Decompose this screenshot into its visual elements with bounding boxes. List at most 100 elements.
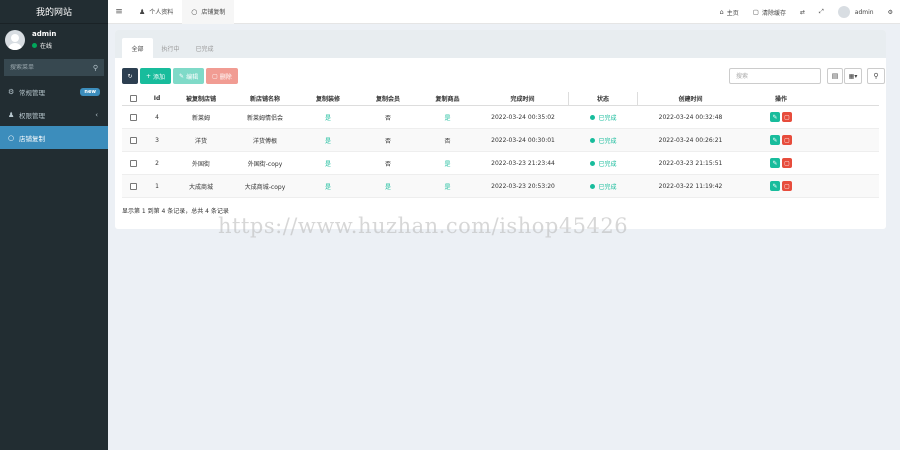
header-user-name: admin xyxy=(854,8,874,16)
refresh-button[interactable]: ↻ xyxy=(122,68,138,84)
user-status-label: 在线 xyxy=(40,43,53,50)
columns-icon: ▦▾ xyxy=(848,72,858,80)
table-row: 3 洋货 洋货傅根 是 否 否 2022-03-24 00:30:01 已完成 … xyxy=(122,129,879,152)
search-icon: ⚲ xyxy=(873,72,879,80)
delete-label: 删除 xyxy=(219,73,232,81)
user-menu[interactable]: admin xyxy=(831,6,881,18)
row-checkbox[interactable] xyxy=(129,159,137,167)
content-panel: 全部 执行中 已完成 ↻ + 添加 ✎ 编辑 ▢ 删除 ▤ ▦▾ ⚲ Id xyxy=(115,30,886,229)
row-edit-button[interactable]: ✎ xyxy=(770,112,780,122)
row-checkbox[interactable] xyxy=(129,113,137,121)
col-id[interactable]: Id xyxy=(144,95,170,102)
tab-profile[interactable]: ♟ 个人资料 xyxy=(130,0,182,24)
clear-cache-button[interactable]: ▢ 清除缓存 xyxy=(746,8,793,17)
row-actions: ✎ ▢ xyxy=(743,112,819,122)
cell-member: 是 xyxy=(384,183,391,191)
user-status: 在线 xyxy=(32,41,56,50)
online-dot-icon xyxy=(32,43,37,48)
edit-label: 编辑 xyxy=(186,73,199,81)
new-badge: new xyxy=(80,87,100,96)
row-edit-button[interactable]: ✎ xyxy=(770,181,780,191)
trash-icon: ▢ xyxy=(784,113,790,121)
trash-icon: ▢ xyxy=(784,182,790,190)
table-search-input[interactable] xyxy=(729,68,821,84)
col-member: 复制会员 xyxy=(375,96,400,103)
row-delete-button[interactable]: ▢ xyxy=(782,158,792,168)
tab-shop-copy[interactable]: ○ 店铺复制 xyxy=(182,0,235,24)
language-button[interactable]: ⇄ xyxy=(793,9,812,16)
col-actions: 操作 xyxy=(774,96,787,103)
tab-running[interactable]: 执行中 xyxy=(154,38,187,58)
status-dot-icon xyxy=(590,137,596,143)
sidebar-item-permission[interactable]: ♟ 权限管理 ‹ xyxy=(0,103,108,126)
row-checkbox[interactable] xyxy=(129,182,137,190)
chevron-left-icon: ‹ xyxy=(95,110,98,119)
menu-toggle-icon[interactable]: ≡ xyxy=(108,7,130,17)
home-link[interactable]: ⌂ 主页 xyxy=(713,8,746,17)
row-delete-button[interactable]: ▢ xyxy=(782,181,792,191)
trash-icon: ▢ xyxy=(752,8,759,16)
table-icon: ▤ xyxy=(831,72,839,80)
cell-goods: 否 xyxy=(444,137,451,145)
user-name: admin xyxy=(32,30,57,38)
menu-search: ⚲ xyxy=(4,59,104,76)
top-header: ≡ ♟ 个人资料 ○ 店铺复制 ⌂ 主页 ▢ 清除缓存 ⇄ ⤢ admin ⚙ xyxy=(108,0,900,24)
cell-done-time: 2022-03-23 21:23:44 xyxy=(491,159,555,167)
menu-search-input[interactable] xyxy=(10,64,80,71)
tab-label: 店铺复制 xyxy=(201,9,226,16)
tab-all[interactable]: 全部 xyxy=(122,38,153,58)
edit-button[interactable]: ✎ 编辑 xyxy=(173,68,205,84)
row-checkbox[interactable] xyxy=(129,136,137,144)
row-actions: ✎ ▢ xyxy=(743,158,819,168)
pencil-icon: ✎ xyxy=(772,136,778,144)
cell-created-time: 2022-03-24 00:26:21 xyxy=(658,136,723,144)
sidebar-item-label: 常规管理 xyxy=(19,88,45,97)
fullscreen-icon: ⤢ xyxy=(818,8,824,15)
toggle-view-button[interactable]: ▤ xyxy=(827,68,843,84)
circle-icon: ○ xyxy=(8,133,15,142)
row-edit-button[interactable]: ✎ xyxy=(770,135,780,145)
sidebar-item-shop-copy[interactable]: ○ 店铺复制 xyxy=(0,126,108,149)
cell-done-time: 2022-03-24 00:30:01 xyxy=(491,136,555,144)
status-label: 已完成 xyxy=(598,183,617,191)
select-all-checkbox[interactable] xyxy=(129,95,137,102)
sidebar-item-general[interactable]: ⚙ 常规管理 new xyxy=(0,80,108,103)
header-avatar xyxy=(837,6,850,18)
columns-button[interactable]: ▦▾ xyxy=(844,68,862,84)
pencil-icon: ✎ xyxy=(772,182,778,190)
tab-finished[interactable]: 已完成 xyxy=(188,38,221,58)
cell-created-time: 2022-03-22 11:19:42 xyxy=(658,182,723,190)
col-status: 状态 xyxy=(596,96,609,103)
home-icon: ⌂ xyxy=(719,8,724,16)
add-label: 添加 xyxy=(153,73,166,81)
cell-id: 4 xyxy=(155,113,159,121)
cell-source: 大成商城 xyxy=(188,183,213,191)
status-label: 已完成 xyxy=(598,114,617,122)
add-button[interactable]: + 添加 xyxy=(140,68,172,84)
search-icon[interactable]: ⚲ xyxy=(93,64,98,72)
cell-source: 新莱姆 xyxy=(191,114,210,122)
tab-label: 个人资料 xyxy=(149,9,174,16)
search-button[interactable]: ⚲ xyxy=(867,68,885,84)
col-goods: 复制商品 xyxy=(435,96,460,103)
cell-source: 外国街 xyxy=(191,160,210,168)
row-edit-button[interactable]: ✎ xyxy=(770,158,780,168)
table-row: 1 大成商城 大成商城-copy 是 是 是 2022-03-23 20:53:… xyxy=(122,175,879,198)
site-title[interactable]: 我的网站 xyxy=(0,0,108,24)
cell-created-time: 2022-03-23 21:15:51 xyxy=(658,159,723,167)
fullscreen-button[interactable]: ⤢ xyxy=(812,8,831,16)
data-table: Id 被复制店铺 新店铺名称 复制装修 复制会员 复制商品 完成时间 状态 创建… xyxy=(122,91,879,198)
pencil-icon: ✎ xyxy=(772,113,778,121)
row-delete-button[interactable]: ▢ xyxy=(782,135,792,145)
col-decor: 复制装修 xyxy=(315,96,340,103)
cell-new-name: 大成商城-copy xyxy=(244,183,286,191)
toolbar: ↻ + 添加 ✎ 编辑 ▢ 删除 xyxy=(122,68,240,84)
cell-id: 1 xyxy=(155,182,159,190)
cell-id: 2 xyxy=(155,159,159,167)
status-label: 已完成 xyxy=(598,137,617,145)
delete-button[interactable]: ▢ 删除 xyxy=(206,68,238,84)
cell-goods: 是 xyxy=(444,160,451,168)
settings-button[interactable]: ⚙ xyxy=(881,9,900,16)
sidebar: 我的网站 admin 在线 ⚲ ⚙ 常规管理 new ♟ 权限管理 ‹ ○ 店铺… xyxy=(0,0,108,450)
row-delete-button[interactable]: ▢ xyxy=(782,112,792,122)
